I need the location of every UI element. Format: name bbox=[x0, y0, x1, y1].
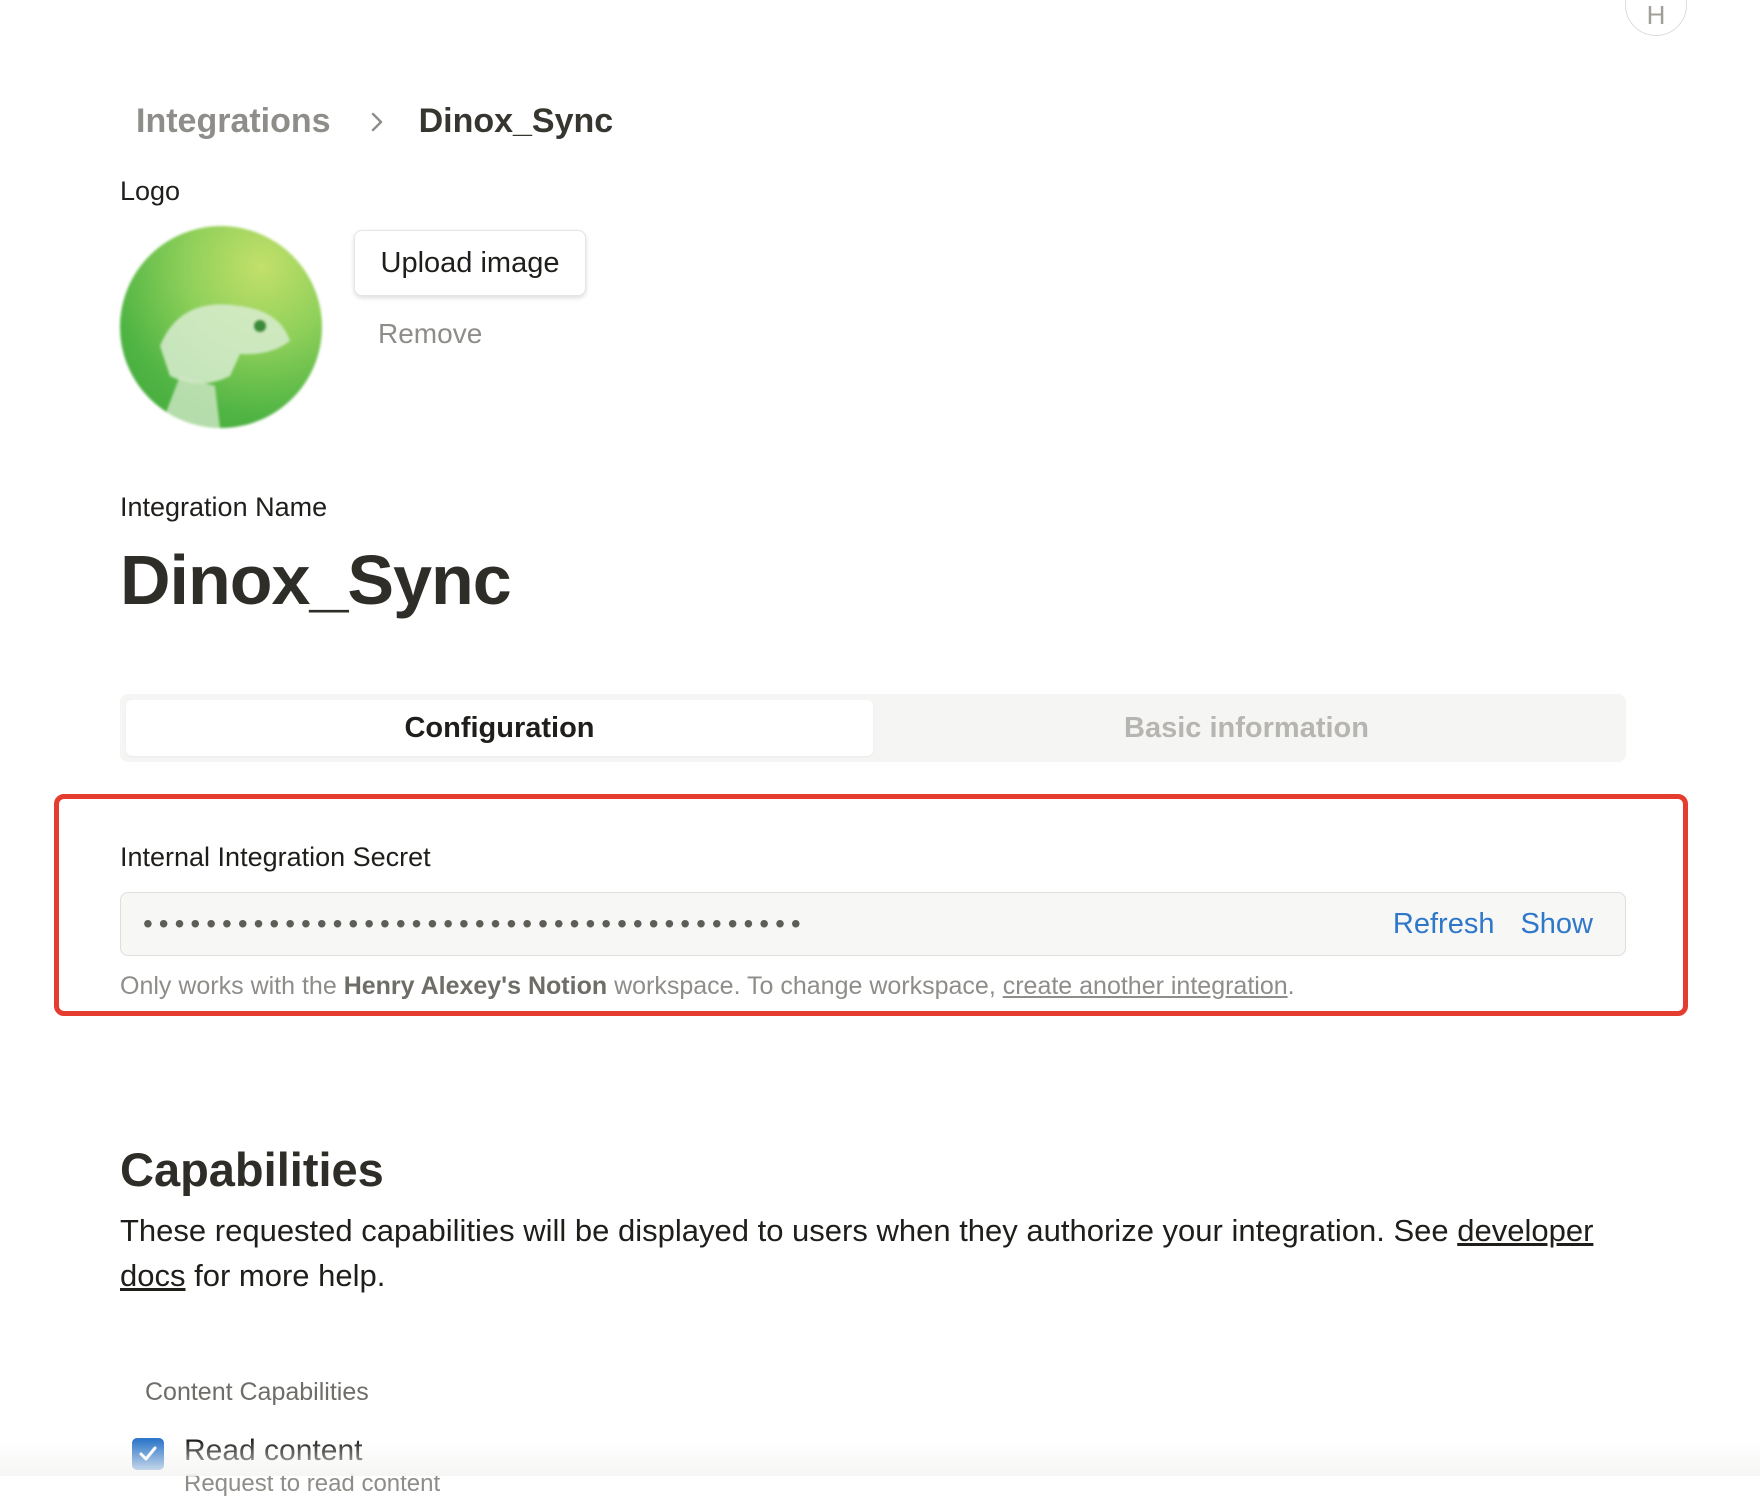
avatar-initial: H bbox=[1646, 0, 1666, 30]
content-capabilities-label: Content Capabilities bbox=[145, 1378, 369, 1406]
secret-masked-value: ••••••••••••••••••••••••••••••••••••••••… bbox=[143, 908, 807, 939]
user-avatar[interactable]: H bbox=[1625, 0, 1687, 36]
integration-logo-image bbox=[120, 226, 322, 428]
workspace-hint: Only works with the Henry Alexey's Notio… bbox=[120, 972, 1295, 1001]
cap-desc-prefix: These requested capabilities will be dis… bbox=[120, 1213, 1458, 1248]
capabilities-title: Capabilities bbox=[120, 1143, 384, 1196]
remove-logo-button[interactable]: Remove bbox=[378, 318, 482, 350]
create-another-integration-link[interactable]: create another integration bbox=[1003, 972, 1288, 1000]
hint-suffix: . bbox=[1287, 972, 1295, 1000]
breadcrumb: Integrations Dinox_Sync bbox=[136, 102, 613, 141]
hint-prefix: Only works with the bbox=[120, 972, 344, 1000]
checkmark-icon bbox=[139, 1446, 157, 1461]
chevron-right-icon bbox=[369, 110, 385, 134]
show-secret-button[interactable]: Show bbox=[1520, 908, 1593, 941]
hint-middle: workspace. To change workspace, bbox=[607, 972, 1003, 1000]
upload-image-button[interactable]: Upload image bbox=[354, 230, 586, 296]
breadcrumb-integrations-link[interactable]: Integrations bbox=[136, 102, 331, 141]
secret-field[interactable]: ••••••••••••••••••••••••••••••••••••••••… bbox=[120, 892, 1626, 956]
breadcrumb-current: Dinox_Sync bbox=[418, 102, 614, 140]
refresh-secret-button[interactable]: Refresh bbox=[1393, 908, 1495, 941]
logo-label: Logo bbox=[120, 176, 181, 206]
tab-bar: Configuration Basic information bbox=[120, 694, 1626, 762]
secret-label: Internal Integration Secret bbox=[120, 842, 431, 872]
read-content-description: Request to read content bbox=[184, 1470, 441, 1497]
integration-name-title: Dinox_Sync bbox=[120, 541, 512, 619]
read-content-label: Read content bbox=[184, 1434, 363, 1467]
hint-workspace-name: Henry Alexey's Notion bbox=[343, 972, 608, 1000]
capabilities-description: These requested capabilities will be dis… bbox=[120, 1208, 1640, 1298]
integration-name-label: Integration Name bbox=[120, 492, 328, 522]
cap-desc-suffix: for more help. bbox=[185, 1258, 386, 1293]
read-content-checkbox[interactable] bbox=[132, 1438, 164, 1470]
tab-basic-information[interactable]: Basic information bbox=[873, 700, 1620, 756]
tab-configuration[interactable]: Configuration bbox=[126, 700, 873, 756]
